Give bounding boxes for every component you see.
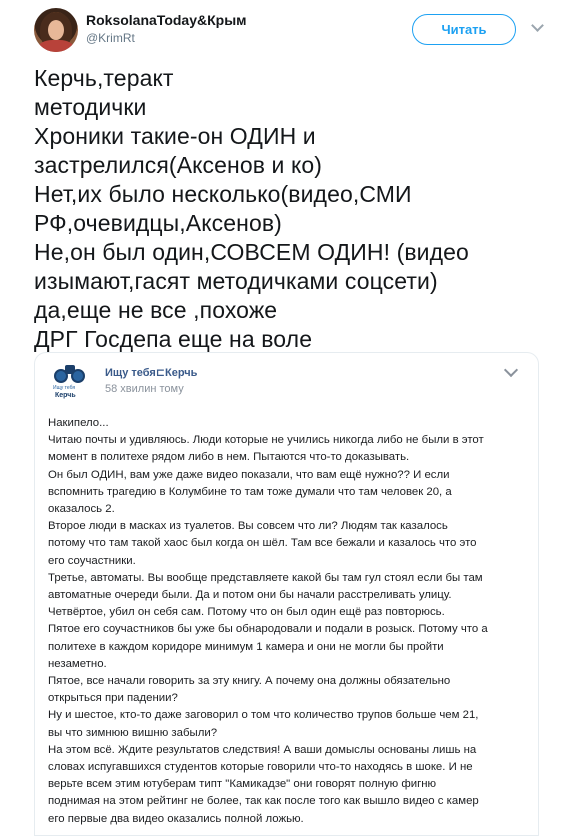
- post-body-line: верьте всем этим ютуберам типт "Камикадз…: [48, 778, 437, 791]
- post-body-line: Пятое, все начали говорить за эту книгу.…: [48, 675, 451, 688]
- tweet-text-line: Хроники такие-он ОДИН и: [34, 123, 316, 149]
- post-body-line: На этом всё. Ждите результатов следствия…: [48, 743, 477, 756]
- post-body-line: поднимая на этом рейтинг не более, так к…: [48, 795, 479, 808]
- tweet-text-line: Нет,их было несколько(видео,СМИ: [34, 181, 412, 207]
- tweet-text-line: застрелился(Аксенов и ко): [34, 152, 323, 178]
- group-logo-caption: Ищу тебя: [53, 385, 76, 391]
- group-logo-city: Керчь: [55, 392, 76, 399]
- chevron-down-icon[interactable]: [503, 365, 519, 377]
- tweet-text-line: ДРГ Госдепа еще на воле: [34, 326, 313, 352]
- tweet-text-line: изымают,гасят методичками соцсети): [34, 268, 438, 294]
- post-body-line: момент в политехе рядом либо в нем. Пыта…: [48, 451, 410, 464]
- tweet-text-line: методички: [34, 94, 147, 120]
- tweet-header: RoksolanaToday&Крым @KrimRt Читать: [34, 8, 544, 56]
- post-body-line: Накипело...: [48, 417, 109, 429]
- post-body-line: оказалось 2.: [48, 503, 115, 516]
- tweet-text-line: РФ,очевидцы,Аксенов): [34, 210, 282, 236]
- post-body-line: словах испугавшихся студентов которые го…: [48, 761, 473, 774]
- avatar-body: [38, 40, 74, 52]
- group-logo[interactable]: Ищу тебя Керчь: [49, 363, 91, 405]
- post-body-line: вы что зимнюю вишню забыли?: [48, 726, 218, 739]
- embedded-post-body: Накипело... Читаю почты и удивляюсь. Люд…: [48, 415, 533, 828]
- post-body-line: его соучастники.: [48, 554, 136, 567]
- author-display-name[interactable]: RoksolanaToday&Крым: [86, 12, 247, 28]
- avatar[interactable]: [34, 8, 78, 52]
- tweet-text: Керчь,теракт методички Хроники такие-он …: [34, 64, 544, 354]
- group-name[interactable]: Ищу тебя⊏Керчь: [105, 366, 197, 379]
- post-body-line: незаметно.: [48, 657, 107, 670]
- attached-screenshot[interactable]: Ищу тебя Керчь Ищу тебя⊏Керчь 58 хвилин …: [34, 352, 539, 836]
- author-handle[interactable]: @KrimRt: [86, 31, 135, 45]
- post-body-line: политехе в каждом коридоре минимум 1 кам…: [48, 640, 444, 653]
- post-body-line: потому что там такой хаос был когда он ш…: [48, 537, 477, 550]
- post-body-line: Четвёртое, убил он себя сам. Потому что …: [48, 606, 445, 619]
- post-body-line: автоматные очереди были. Да и потом они …: [48, 589, 452, 602]
- tweet-text-line: Не,он был один,СОВСЕМ ОДИН! (видео: [34, 239, 469, 265]
- embedded-post-header: Ищу тебя Керчь Ищу тебя⊏Керчь 58 хвилин …: [35, 353, 538, 413]
- follow-button[interactable]: Читать: [412, 14, 516, 45]
- binoculars-icon: [53, 365, 87, 385]
- tweet: RoksolanaToday&Крым @KrimRt Читать Керчь…: [0, 0, 562, 836]
- avatar-face: [48, 20, 64, 40]
- tweet-text-line: да,еще не все ,похоже: [34, 297, 278, 323]
- post-body-line: Он был ОДИН, вам уже даже видео показали…: [48, 468, 450, 481]
- post-body-line: Второе люди в масках из туалетов. Вы сов…: [48, 520, 448, 533]
- chevron-down-icon[interactable]: [530, 20, 544, 34]
- post-timestamp[interactable]: 58 хвилин тому: [105, 383, 184, 395]
- tweet-text-line: Керчь,теракт: [34, 65, 174, 91]
- post-body-line: Третье, автоматы. Вы вообще представляет…: [48, 571, 483, 584]
- post-body-line: вспомнить трагедию в Колумбине то там то…: [48, 485, 452, 498]
- post-body-line: Ну и шестое, кто-то даже заговорил о том…: [48, 709, 479, 722]
- post-body-line: его первые два видео оказались полной ло…: [48, 812, 304, 825]
- post-body-line: Читаю почты и удивляюсь. Люди которые не…: [48, 434, 484, 447]
- post-body-line: открыться при падении?: [48, 692, 178, 705]
- post-body-line: Пятое его соучастников бы уже бы обнарод…: [48, 623, 488, 636]
